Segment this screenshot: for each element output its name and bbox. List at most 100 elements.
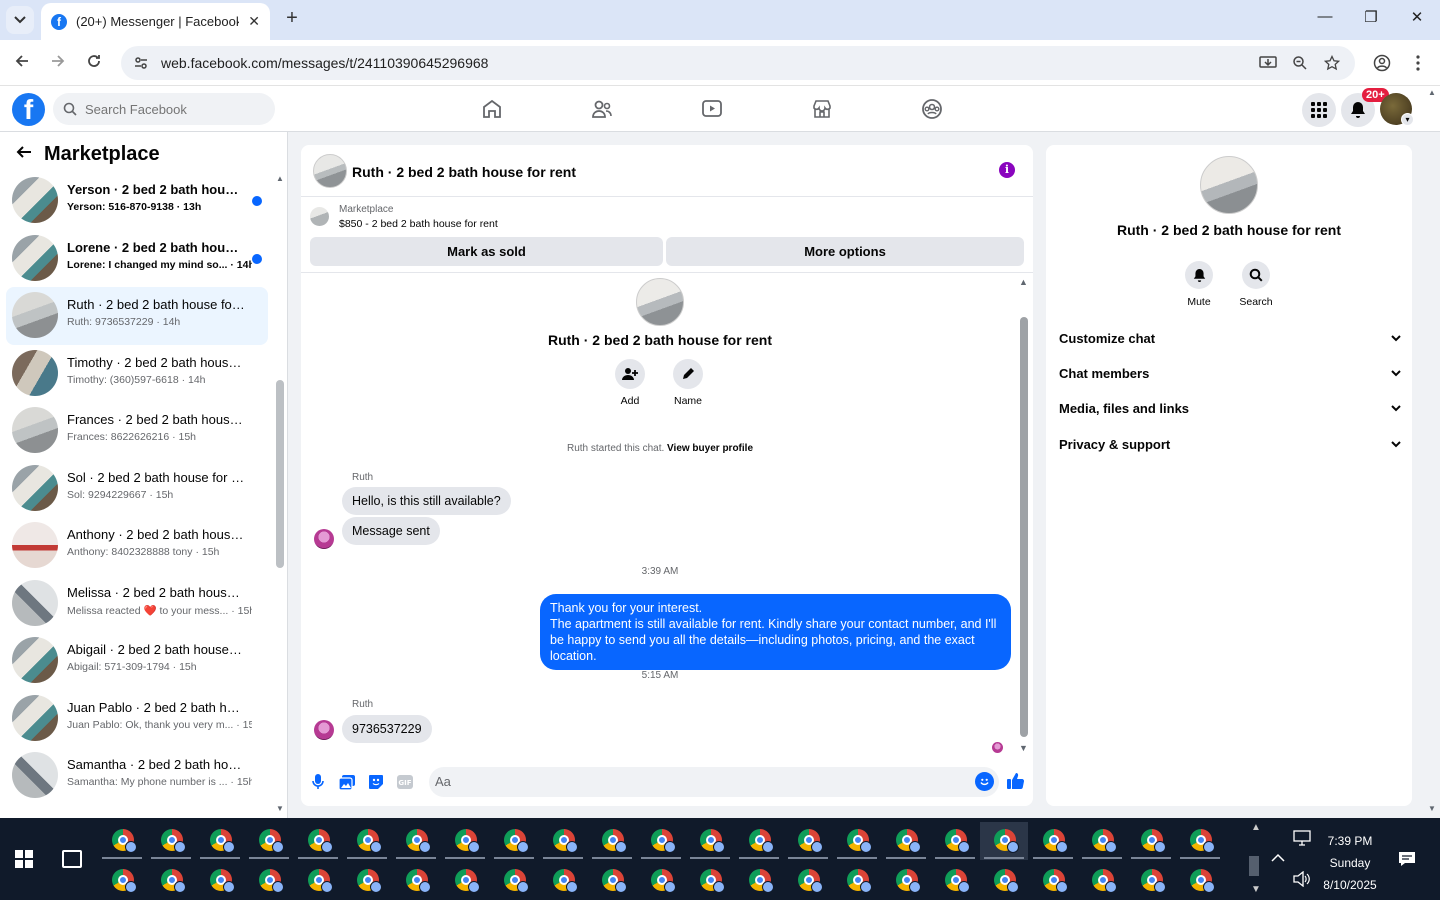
conversation-item[interactable]: Samantha · 2 bed 2 bath house ... Samanth… (6, 747, 268, 805)
sticker-icon[interactable] (367, 773, 385, 791)
chrome-taskbar-button[interactable] (735, 862, 783, 900)
chrome-taskbar-button[interactable] (588, 862, 636, 900)
conversation-item[interactable]: Sol · 2 bed 2 bath house for rent Sol: 92… (6, 460, 268, 518)
chrome-taskbar-button[interactable] (343, 822, 391, 860)
conversation-item[interactable]: Melissa · 2 bed 2 bath house for... Melis… (6, 575, 268, 633)
scroll-up-arrow-icon[interactable]: ▲ (1428, 88, 1436, 97)
chrome-taskbar-button[interactable] (931, 862, 979, 900)
chrome-taskbar-button[interactable] (833, 862, 881, 900)
mute-action[interactable]: Mute (1171, 261, 1227, 308)
speaker-icon[interactable] (1293, 871, 1311, 887)
chrome-taskbar-button[interactable] (539, 862, 587, 900)
conversation-item[interactable]: Juan Pablo · 2 bed 2 bath house... Juan P… (6, 690, 268, 748)
like-icon[interactable] (1007, 772, 1025, 790)
chrome-taskbar-button[interactable] (1029, 862, 1077, 900)
browser-tab[interactable]: f (20+) Messenger | Facebook ✕ (41, 3, 270, 40)
conversation-item[interactable]: Anthony · 2 bed 2 bath house f... Anthony… (6, 517, 268, 575)
taskbar-scroller[interactable]: ▲ ▼ (1246, 818, 1266, 900)
search-in-conversation-action[interactable]: Search (1228, 261, 1284, 308)
home-icon[interactable] (480, 97, 504, 121)
info-icon[interactable]: i (999, 162, 1015, 178)
chrome-taskbar-button[interactable] (147, 862, 195, 900)
chrome-taskbar-button[interactable] (539, 822, 587, 860)
facebook-logo-icon[interactable]: f (12, 93, 45, 126)
back-button[interactable] (11, 52, 33, 74)
chrome-taskbar-button[interactable] (980, 822, 1028, 860)
scroll-up-arrow-icon[interactable]: ▲ (1019, 277, 1028, 287)
chrome-taskbar-button[interactable] (931, 822, 979, 860)
incoming-message[interactable]: Hello, is this still available? (342, 487, 511, 515)
chrome-taskbar-button[interactable] (392, 822, 440, 860)
details-avatar[interactable] (1200, 156, 1258, 214)
chrome-taskbar-button[interactable] (686, 822, 734, 860)
incoming-message[interactable]: 9736537229 (342, 715, 432, 743)
chat-scrollbar[interactable] (1020, 317, 1028, 737)
name-action[interactable]: Name (663, 359, 713, 407)
chat-members-section[interactable]: Chat members (1059, 358, 1401, 388)
site-info-icon[interactable] (133, 55, 149, 71)
scroll-down-arrow-icon[interactable]: ▼ (1251, 884, 1261, 895)
chrome-taskbar-button[interactable] (98, 862, 146, 900)
groups-icon[interactable] (920, 97, 944, 121)
chrome-taskbar-button[interactable] (441, 862, 489, 900)
media-files-links-section[interactable]: Media, files and links (1059, 393, 1401, 423)
chrome-taskbar-button[interactable] (441, 822, 489, 860)
view-buyer-profile-link[interactable]: View buyer profile (667, 443, 753, 454)
chrome-taskbar-button[interactable] (1078, 822, 1126, 860)
search-input[interactable] (85, 101, 265, 117)
scroll-down-arrow-icon[interactable]: ▼ (276, 804, 284, 813)
chat-avatar[interactable] (313, 154, 347, 188)
chrome-taskbar-button[interactable] (245, 822, 293, 860)
browser-menu-icon[interactable] (1406, 51, 1430, 75)
chrome-taskbar-button[interactable] (1127, 822, 1175, 860)
forward-button[interactable] (47, 52, 69, 74)
chrome-taskbar-button[interactable] (98, 822, 146, 860)
chrome-taskbar-button[interactable] (784, 822, 832, 860)
chrome-taskbar-button[interactable] (882, 862, 930, 900)
conversation-item[interactable]: Frances · 2 bed 2 bath house fo... France… (6, 402, 268, 460)
chrome-taskbar-button[interactable] (588, 822, 636, 860)
close-tab-icon[interactable]: ✕ (248, 13, 260, 30)
listing-title[interactable]: $850 - 2 bed 2 bath house for rent (339, 218, 498, 230)
facebook-search[interactable] (53, 93, 275, 125)
gif-icon[interactable]: GIF (396, 773, 414, 791)
chrome-taskbar-button[interactable] (882, 822, 930, 860)
chrome-taskbar-button[interactable] (784, 862, 832, 900)
chrome-taskbar-button[interactable] (735, 822, 783, 860)
mark-as-sold-button[interactable]: Mark as sold (310, 237, 663, 266)
minimize-button[interactable]: — (1313, 8, 1337, 25)
chrome-taskbar-button[interactable] (1176, 822, 1224, 860)
chrome-taskbar-button[interactable] (833, 822, 881, 860)
photo-icon[interactable] (338, 773, 356, 791)
chevron-up-icon[interactable] (1271, 852, 1285, 862)
sender-avatar[interactable] (314, 529, 334, 549)
message-input-box[interactable] (429, 767, 999, 797)
conversation-item[interactable]: Lorene · 2 bed 2 bath house f... Lorene: … (6, 230, 268, 288)
close-window-button[interactable]: ✕ (1405, 8, 1429, 26)
bookmark-star-icon[interactable] (1320, 51, 1344, 75)
chrome-taskbar-button[interactable] (392, 862, 440, 900)
conversation-item[interactable]: Yerson · 2 bed 2 bath house f... Yerson: … (6, 172, 268, 230)
sender-avatar[interactable] (314, 720, 334, 740)
chrome-taskbar-button[interactable] (637, 822, 685, 860)
chrome-taskbar-button[interactable] (294, 822, 342, 860)
video-icon[interactable] (700, 97, 724, 121)
marketplace-icon[interactable] (810, 97, 834, 121)
chrome-taskbar-button[interactable] (1127, 862, 1175, 900)
conversation-item[interactable]: Timothy · 2 bed 2 bath house f... Timothy… (6, 345, 268, 403)
system-clock[interactable]: 7:39 PM Sunday 8/10/2025 (1310, 830, 1390, 896)
maximize-button[interactable]: ❐ (1359, 8, 1383, 26)
notification-center-icon[interactable] (1398, 851, 1416, 867)
more-options-button[interactable]: More options (666, 237, 1024, 266)
conversation-item[interactable]: Ruth · 2 bed 2 bath house for re... Ruth:… (6, 287, 268, 345)
add-people-action[interactable]: Add (605, 359, 655, 407)
page-scrollbar[interactable]: ▲ ▼ (1425, 86, 1440, 818)
scroll-up-arrow-icon[interactable]: ▲ (1251, 822, 1261, 833)
scroll-down-arrow-icon[interactable]: ▼ (1019, 743, 1028, 753)
incoming-message[interactable]: Message sent (342, 517, 440, 545)
emoji-icon[interactable] (975, 772, 994, 791)
profile-icon[interactable] (1370, 51, 1394, 75)
scroll-up-arrow-icon[interactable]: ▲ (276, 174, 284, 183)
friends-icon[interactable] (590, 97, 614, 121)
menu-grid-button[interactable] (1302, 93, 1336, 127)
